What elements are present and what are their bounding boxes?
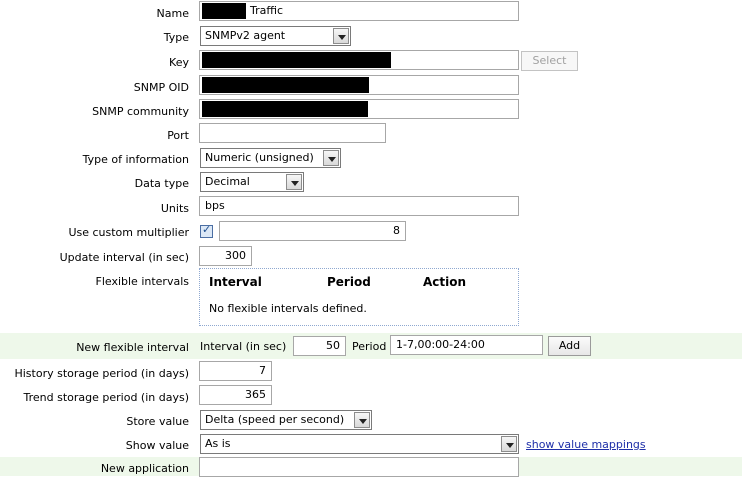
- type-of-information-value: Numeric (unsigned): [205, 151, 314, 164]
- empty-intervals-message: No flexible intervals defined.: [209, 302, 367, 315]
- new-application-input[interactable]: [199, 457, 519, 477]
- flexible-intervals-label: Flexible intervals: [95, 275, 190, 288]
- data-type-value: Decimal: [205, 175, 250, 188]
- row-trend-storage: Trend storage period (in days) 365: [0, 385, 742, 407]
- custom-multiplier-checkbox[interactable]: ✓: [200, 223, 213, 238]
- show-value-label: Show value: [125, 439, 189, 452]
- data-type-select[interactable]: Decimal: [200, 172, 304, 192]
- chevron-down-icon[interactable]: [323, 150, 339, 166]
- select-key-button[interactable]: Select: [521, 51, 578, 71]
- type-of-information-label: Type of information: [82, 153, 189, 166]
- row-data-type: Data type Decimal: [0, 171, 742, 193]
- action-column-header: Action: [423, 275, 467, 289]
- redacted-block: [202, 52, 391, 68]
- show-value-value: As is: [205, 437, 231, 450]
- row-port: Port: [0, 123, 742, 145]
- trend-storage-label: Trend storage period (in days): [23, 391, 190, 404]
- type-of-information-select[interactable]: Numeric (unsigned): [200, 148, 341, 168]
- trend-storage-input[interactable]: 365: [199, 385, 272, 405]
- name-label: Name: [156, 7, 189, 20]
- port-label: Port: [167, 129, 189, 142]
- name-value: Traffic: [250, 4, 284, 17]
- snmp-community-label: SNMP community: [92, 105, 189, 118]
- show-value-mappings-link[interactable]: show value mappings: [526, 438, 646, 451]
- row-store-value: Store value Delta (speed per second): [0, 409, 742, 431]
- type-select[interactable]: SNMPv2 agent: [200, 26, 351, 46]
- interval-column-header: Interval: [209, 275, 262, 289]
- row-key: Key Select: [0, 50, 742, 72]
- name-input[interactable]: Traffic: [199, 1, 519, 21]
- redacted-block: [202, 3, 246, 19]
- units-label: Units: [160, 202, 189, 215]
- row-units: Units bps: [0, 196, 742, 218]
- update-interval-label: Update interval (in sec): [59, 251, 189, 264]
- row-snmp-community: SNMP community: [0, 99, 742, 121]
- row-type: Type SNMPv2 agent: [0, 25, 742, 47]
- key-input[interactable]: [199, 50, 519, 70]
- flexible-intervals-table: Interval Period Action No flexible inter…: [199, 268, 519, 326]
- snmp-oid-input[interactable]: [199, 75, 519, 95]
- new-interval-input[interactable]: 50: [293, 336, 346, 356]
- chevron-down-icon[interactable]: [354, 412, 370, 428]
- store-value-value: Delta (speed per second): [205, 413, 345, 426]
- new-application-label: New application: [100, 462, 189, 475]
- store-value-label: Store value: [126, 415, 189, 428]
- row-new-application: New application: [0, 457, 742, 477]
- type-value: SNMPv2 agent: [205, 29, 286, 42]
- row-type-of-information: Type of information Numeric (unsigned): [0, 147, 742, 169]
- history-storage-label: History storage period (in days): [14, 367, 189, 380]
- store-value-select[interactable]: Delta (speed per second): [200, 410, 372, 430]
- row-snmp-oid: SNMP OID: [0, 75, 742, 97]
- show-value-select[interactable]: As is: [200, 434, 519, 454]
- key-label: Key: [169, 56, 189, 69]
- chevron-down-icon[interactable]: [333, 28, 349, 44]
- redacted-block: [202, 77, 369, 93]
- row-new-flexible-interval: New flexible interval Interval (in sec) …: [0, 333, 742, 359]
- snmp-oid-label: SNMP OID: [133, 81, 189, 94]
- period-column-header: Period: [327, 275, 371, 289]
- row-name: Name Traffic: [0, 1, 742, 23]
- port-input[interactable]: [199, 123, 386, 143]
- chevron-down-icon[interactable]: [501, 436, 517, 452]
- row-update-interval: Update interval (in sec) 300: [0, 245, 742, 267]
- period-label: Period: [352, 340, 387, 353]
- multiplier-input[interactable]: 8: [219, 221, 406, 241]
- data-type-label: Data type: [134, 177, 189, 190]
- snmp-community-input[interactable]: [199, 99, 519, 119]
- checkmark-icon: ✓: [202, 223, 212, 236]
- chevron-down-icon[interactable]: [286, 174, 302, 190]
- units-input[interactable]: bps: [199, 196, 519, 216]
- new-period-input[interactable]: 1-7,00:00-24:00: [390, 335, 543, 355]
- new-flexible-interval-label: New flexible interval: [76, 341, 189, 354]
- row-show-value: Show value As is show value mappings: [0, 433, 742, 455]
- row-history-storage: History storage period (in days) 7: [0, 361, 742, 383]
- update-interval-input[interactable]: 300: [199, 246, 252, 266]
- redacted-block: [202, 101, 368, 117]
- history-storage-input[interactable]: 7: [199, 361, 272, 381]
- type-label: Type: [163, 31, 189, 44]
- row-custom-multiplier: Use custom multiplier ✓ 8: [0, 220, 742, 242]
- add-interval-button[interactable]: Add: [548, 336, 591, 356]
- interval-in-sec-label: Interval (in sec): [200, 340, 287, 353]
- custom-multiplier-label: Use custom multiplier: [68, 226, 189, 239]
